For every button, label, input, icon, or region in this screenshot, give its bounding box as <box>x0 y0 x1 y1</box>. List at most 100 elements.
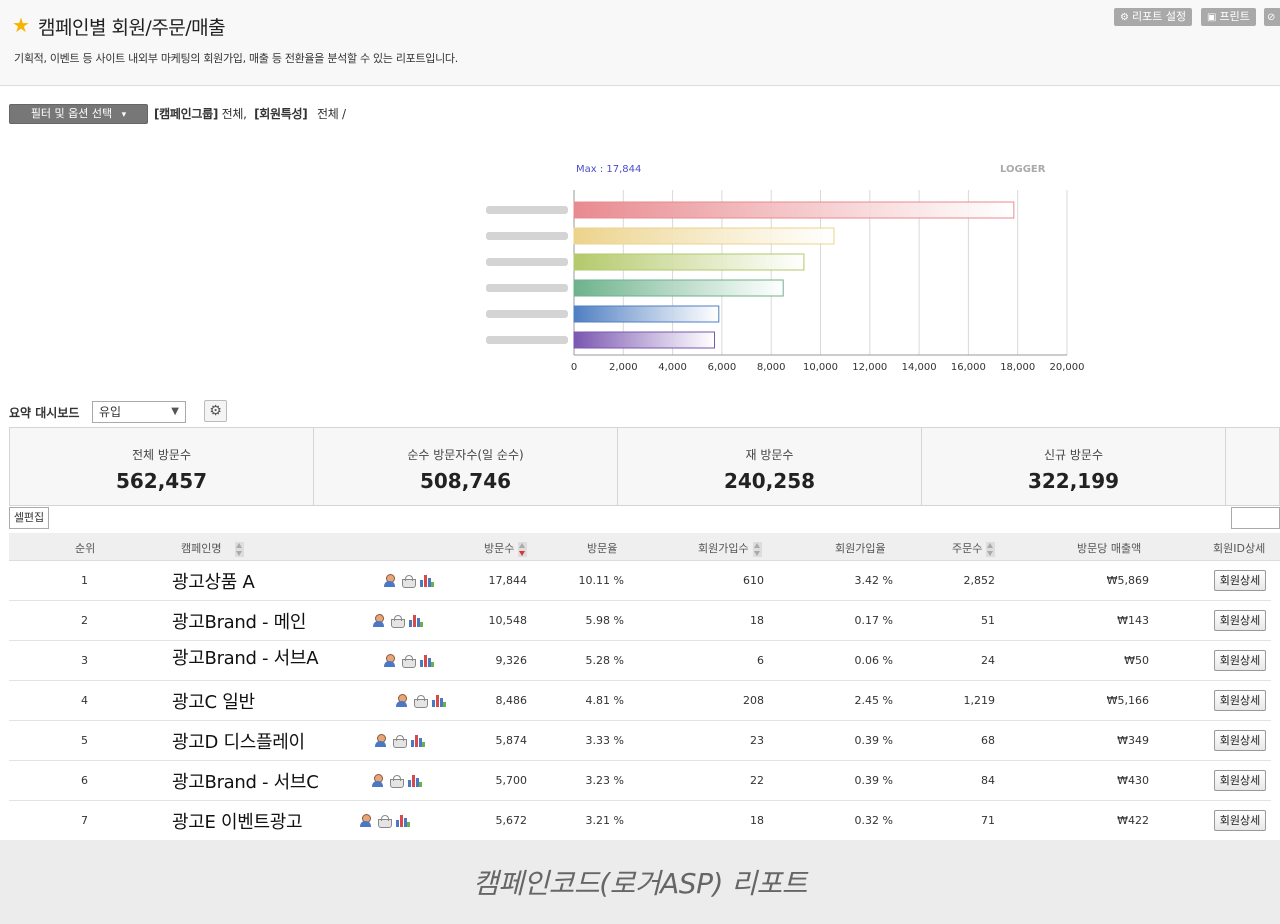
cell-rank: 3 <box>81 654 88 667</box>
bar-chart-icon[interactable] <box>432 694 446 707</box>
table-header: 순위 캠페인명 방문수 방문율 회원가입수 회원가입율 주문수 방문당 매출액 … <box>9 533 1280 561</box>
chevron-down-icon: ▾ <box>121 110 127 120</box>
cell-campaign-name: 광고상품 A <box>172 572 255 593</box>
cell-signups: 208 <box>743 694 764 707</box>
basket-icon[interactable] <box>401 574 416 588</box>
header-visit-rate: 방문율 <box>587 542 618 555</box>
basket-icon[interactable] <box>390 614 405 628</box>
campaign-group-label: [캠페인그룹] <box>154 107 219 121</box>
member-icon[interactable] <box>374 734 387 747</box>
cell-revenue-per-visit: ₩50 <box>1124 654 1149 667</box>
sort-icon <box>986 541 996 557</box>
dashboard-select[interactable]: 유입 ▼ <box>92 401 186 423</box>
dashboard-label: 요약 대시보드 <box>9 406 80 420</box>
member-trait-label: [회원특성] <box>254 107 308 121</box>
member-icon[interactable] <box>383 574 396 587</box>
member-detail-button[interactable]: 회원상세 <box>1214 610 1266 631</box>
cell-visits: 5,700 <box>495 774 528 787</box>
cell-orders: 84 <box>981 774 995 787</box>
row-action-icons <box>372 614 423 628</box>
member-icon[interactable] <box>383 654 396 667</box>
print-button[interactable]: ▣ 프린트 <box>1201 8 1256 26</box>
x-tick-label: 10,000 <box>803 362 838 373</box>
category-label-blurred <box>486 206 568 214</box>
category-label-blurred <box>486 258 568 266</box>
cell-signup-rate: 0.39 % <box>854 774 893 787</box>
sort-icon <box>518 541 528 557</box>
cell-orders: 71 <box>981 814 995 827</box>
cell-visits: 10,548 <box>488 614 528 627</box>
bar-chart-icon[interactable] <box>396 814 410 827</box>
cell-edit-button[interactable]: 셀편집 <box>9 507 49 529</box>
basket-icon[interactable] <box>413 694 428 708</box>
cell-revenue-per-visit: ₩143 <box>1117 614 1149 627</box>
chevron-down-icon: ▼ <box>171 406 179 417</box>
campaign-group-value: 전체, <box>221 107 247 121</box>
page-description: 기획적, 이벤트 등 사이트 내외부 마케팅의 회원가입, 매출 등 전환율을 … <box>14 52 458 65</box>
bar-chart-icon[interactable] <box>420 574 434 587</box>
table-row: 6 광고Brand - 서브C 5,700 3.23 % 22 0.39 % 84 ₩430 회… <box>9 761 1271 801</box>
x-tick-label: 18,000 <box>1000 362 1035 373</box>
header-orders[interactable]: 주문수 <box>952 540 996 557</box>
x-tick-label: 0 <box>571 362 577 373</box>
header-signups[interactable]: 회원가입수 <box>698 540 762 557</box>
cell-visit-rate: 3.21 % <box>585 814 624 827</box>
bar-chart-icon[interactable] <box>411 734 425 747</box>
bar-chart-icon[interactable] <box>408 774 422 787</box>
cell-signups: 23 <box>750 734 764 747</box>
chart-max-label: Max : 17,844 <box>576 164 641 175</box>
table-row: 2 광고Brand - 메인 10,548 5.98 % 18 0.17 % 51 ₩143 회… <box>9 601 1271 641</box>
member-icon[interactable] <box>359 814 372 827</box>
cell-visit-rate: 5.28 % <box>585 654 624 667</box>
header-member-detail: 회원ID상세 <box>1213 542 1266 555</box>
member-icon[interactable] <box>372 614 385 627</box>
cell-revenue-per-visit: ₩430 <box>1117 774 1149 787</box>
chart-bar <box>573 253 805 271</box>
member-detail-button[interactable]: 회원상세 <box>1214 770 1266 791</box>
stat-value: 322,199 <box>1027 469 1120 493</box>
category-label-blurred <box>486 232 568 240</box>
chart-bar <box>573 305 720 323</box>
stat-value: 562,457 <box>115 469 208 493</box>
x-tick-label: 4,000 <box>658 362 687 373</box>
print-label: 프린트 <box>1219 10 1250 23</box>
filter-options-button[interactable]: 필터 및 옵션 선택 ▾ <box>9 104 148 124</box>
basket-icon[interactable] <box>389 774 404 788</box>
header-campaign-name[interactable]: 캠페인명 <box>181 540 245 557</box>
share-button[interactable]: ⊘ <box>1264 8 1280 26</box>
member-detail-button[interactable]: 회원상세 <box>1214 730 1266 751</box>
stat-return-visits: 재 방문수 240,258 <box>618 428 922 505</box>
member-detail-button[interactable]: 회원상세 <box>1214 810 1266 831</box>
category-label-blurred <box>486 310 568 318</box>
star-icon[interactable]: ★ <box>12 14 30 36</box>
bar-chart-icon[interactable] <box>420 654 434 667</box>
basket-icon[interactable] <box>401 654 416 668</box>
header-visits[interactable]: 방문수 <box>484 540 528 557</box>
table-row: 3 광고Brand - 서브A 9,326 5.28 % 6 0.06 % 24 ₩50 회원상… <box>9 641 1271 681</box>
cell-revenue-per-visit: ₩422 <box>1117 814 1149 827</box>
printer-icon: ▣ <box>1207 12 1217 23</box>
row-action-icons <box>395 694 446 708</box>
bar-chart-icon[interactable] <box>409 614 423 627</box>
member-detail-button[interactable]: 회원상세 <box>1214 570 1266 591</box>
x-tick-label: 20,000 <box>1050 362 1085 373</box>
member-detail-button[interactable]: 회원상세 <box>1214 690 1266 711</box>
table-search-input[interactable] <box>1231 507 1280 529</box>
member-icon[interactable] <box>395 694 408 707</box>
cell-campaign-name: 광고Brand - 메인 <box>172 612 307 633</box>
stat-value: 508,746 <box>419 469 512 493</box>
basket-icon[interactable] <box>392 734 407 748</box>
dashboard-settings-button[interactable]: ⚙ <box>204 400 227 422</box>
report-settings-label: 리포트 설정 <box>1131 10 1187 23</box>
member-icon[interactable] <box>371 774 384 787</box>
cell-visit-rate: 3.23 % <box>585 774 624 787</box>
stat-label: 전체 방문수 <box>131 448 191 462</box>
dashboard-select-value: 유입 <box>99 405 122 419</box>
basket-icon[interactable] <box>377 814 392 828</box>
gear-icon: ⚙ <box>1120 12 1129 23</box>
gear-icon: ⚙ <box>209 403 222 419</box>
member-detail-button[interactable]: 회원상세 <box>1214 650 1266 671</box>
report-header: ★ 캠페인별 회원/주문/매출 기획적, 이벤트 등 사이트 내외부 마케팅의 … <box>0 0 1280 86</box>
report-settings-button[interactable]: ⚙ 리포트 설정 <box>1114 8 1193 26</box>
row-action-icons <box>383 574 434 588</box>
